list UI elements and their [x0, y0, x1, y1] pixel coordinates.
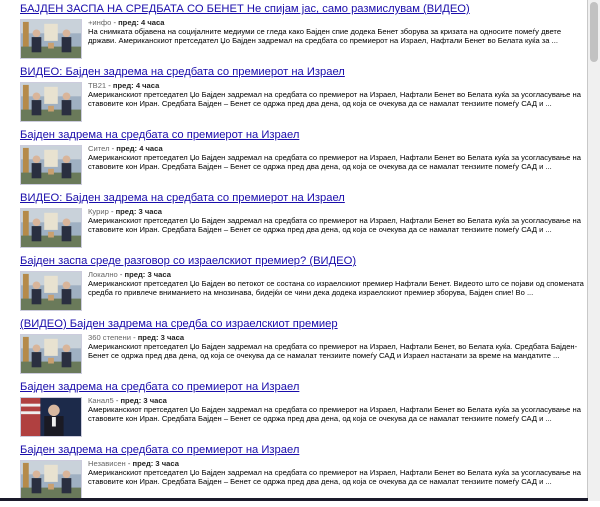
news-thumbnail[interactable]: [20, 208, 82, 248]
news-thumbnail[interactable]: [20, 82, 82, 122]
news-item-meta: +инфо - пред: 4 часа: [88, 18, 587, 27]
news-item-body: Локално - пред: 3 часа Американскиот пре…: [88, 270, 587, 316]
news-source: ТВ21: [88, 81, 107, 90]
news-item-meta: 360 степени - пред: 3 часа: [88, 333, 587, 342]
news-item: Бајден заспа среде разговор со израелски…: [20, 255, 587, 318]
news-time: пред: 3 часа: [124, 270, 171, 279]
news-thumbnail[interactable]: [20, 19, 82, 59]
news-item-meta: Сител - пред: 4 часа: [88, 144, 587, 153]
news-time: пред: 3 часа: [137, 333, 185, 342]
news-snippet: Американскиот претседател Џо Бајден задр…: [88, 405, 581, 424]
news-item-body: 360 степени - пред: 3 часа Американскиот…: [88, 333, 587, 379]
meeting-photo-icon: [21, 20, 81, 58]
news-item: ВИДЕО: Бајден задрема на средбата со пре…: [20, 66, 587, 129]
meeting-photo-icon: [21, 83, 81, 121]
news-feed: БАЈДЕН ЗАСПА НА СРЕДБАТА СО БЕНЕТ Не спи…: [0, 0, 588, 501]
news-item-body: Курир - пред: 3 часа Американскиот претс…: [88, 207, 587, 253]
news-time: пред: 3 часа: [132, 459, 179, 468]
news-item: ВИДЕО: Бајден задрема на средбата со пре…: [20, 192, 587, 255]
news-time: пред: 4 часа: [116, 144, 163, 153]
news-item-body: +инфо - пред: 4 часа На снимката објавен…: [88, 18, 587, 64]
news-thumbnail[interactable]: [20, 145, 82, 185]
news-snippet: Американскиот претседател Џо Бајден задр…: [88, 153, 581, 172]
meeting-photo-icon: [21, 146, 81, 184]
news-snippet: Американскиот претседател Џо Бајден задр…: [88, 468, 581, 487]
news-thumbnail[interactable]: [20, 460, 82, 500]
news-item-meta: Курир - пред: 3 часа: [88, 207, 587, 216]
news-source: +инфо: [88, 18, 112, 27]
news-item-meta: ТВ21 - пред: 4 часа: [88, 81, 587, 90]
meta-separator: -: [108, 207, 116, 216]
news-item-meta: Независен - пред: 3 часа: [88, 459, 587, 468]
news-snippet: Американскиот претседател Џо Бајден задр…: [88, 90, 581, 109]
news-item-body: Канал5 - пред: 3 часа Американскиот прет…: [88, 396, 587, 442]
news-thumbnail[interactable]: [20, 397, 82, 437]
news-source: Локално: [88, 270, 118, 279]
news-time: пред: 4 часа: [112, 81, 160, 90]
news-item: БАЈДЕН ЗАСПА НА СРЕДБАТА СО БЕНЕТ Не спи…: [20, 3, 587, 66]
news-item-title-link[interactable]: БАЈДЕН ЗАСПА НА СРЕДБАТА СО БЕНЕТ Не спи…: [20, 3, 587, 16]
meeting-photo-icon: [21, 335, 81, 373]
news-snippet: На снимката објавена на социјалните меди…: [88, 27, 562, 46]
news-thumbnail[interactable]: [20, 271, 82, 311]
meta-separator: -: [117, 270, 125, 279]
news-item-title-link[interactable]: Бајден заспа среде разговор со израелски…: [20, 255, 587, 268]
portrait-photo-icon: [21, 398, 81, 436]
news-item-title-link[interactable]: Бајден задрема на средбата со премиерот …: [20, 129, 587, 142]
meeting-photo-icon: [21, 461, 81, 499]
meeting-photo-icon: [21, 209, 81, 247]
news-item-title-link[interactable]: ВИДЕО: Бајден задрема на средбата со пре…: [20, 66, 587, 79]
news-source: Независен: [88, 459, 126, 468]
meta-separator: -: [125, 459, 133, 468]
news-snippet: Американскиот претседател Џо Бајден задр…: [88, 216, 581, 235]
meta-separator: -: [130, 333, 138, 342]
meta-separator: -: [106, 81, 113, 90]
news-item-body: ТВ21 - пред: 4 часа Американскиот претсе…: [88, 81, 587, 127]
news-snippet: Американскиот претседател Џо Бајден во п…: [88, 279, 584, 298]
news-item-title-link[interactable]: Бајден задрема на средбата со премиерот …: [20, 444, 587, 457]
news-item: Бајден задрема на средбата со премиерот …: [20, 381, 587, 444]
news-item-meta: Локално - пред: 3 часа: [88, 270, 587, 279]
meeting-photo-icon: [21, 272, 81, 310]
news-source: Курир: [88, 207, 109, 216]
news-item-body: Сител - пред: 4 часа Американскиот претс…: [88, 144, 587, 190]
news-time: пред: 3 часа: [120, 396, 167, 405]
news-snippet: Американскиот претседател Џо Бајден задр…: [88, 342, 578, 361]
news-source: Сител: [88, 144, 110, 153]
news-source: 360 степени: [88, 333, 131, 342]
news-time: пред: 3 часа: [115, 207, 162, 216]
news-item-title-link[interactable]: ВИДЕО: Бајден задрема на средбата со пре…: [20, 192, 587, 205]
news-item-title-link[interactable]: Бајден задрема на средбата со премиерот …: [20, 381, 587, 394]
news-item-meta: Канал5 - пред: 3 часа: [88, 396, 587, 405]
news-item: (ВИДЕО) Бајден задрема на средба со изра…: [20, 318, 587, 381]
scrollbar-thumb[interactable]: [590, 2, 598, 62]
news-thumbnail[interactable]: [20, 334, 82, 374]
news-item-title-link[interactable]: (ВИДЕО) Бајден задрема на средба со изра…: [20, 318, 587, 331]
news-time: пред: 4 часа: [118, 18, 165, 27]
news-item: Бајден задрема на средбата со премиерот …: [20, 129, 587, 192]
news-source: Канал5: [88, 396, 114, 405]
scrollbar[interactable]: [588, 0, 600, 501]
